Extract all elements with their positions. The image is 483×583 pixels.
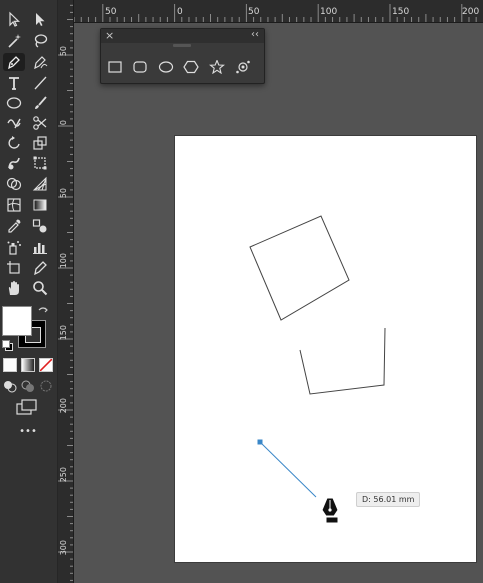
active-pen-path-segment[interactable] [259,441,317,498]
gradient-mode-button[interactable] [21,358,35,372]
draw-behind-icon[interactable] [21,378,35,392]
horizontal-ruler[interactable]: 50 0 50 100 150 200 [74,0,483,23]
default-fill-stroke-icon[interactable] [2,340,13,351]
hruler-label: 50 [105,7,117,17]
shaper-tool-icon[interactable] [3,114,25,132]
hruler-label: 0 [177,7,183,17]
ellipse-tool-icon[interactable] [3,94,25,112]
fill-swatch[interactable] [2,306,32,336]
rectangle-icon[interactable] [106,59,124,75]
selection-tool-icon[interactable] [3,10,25,28]
scale-tool-icon[interactable] [29,134,51,152]
rounded-rectangle-icon[interactable] [131,59,149,75]
blend-tool-icon[interactable] [29,217,51,235]
panel-header[interactable] [101,29,264,43]
ellipse-icon[interactable] [157,59,175,75]
shapes-tearoff-panel: × ‹‹ [100,28,265,84]
zoom-tool-icon[interactable] [29,279,51,297]
vruler-label: 0 [59,120,68,126]
vruler-label: 100 [59,253,68,269]
hand-tool-icon[interactable] [3,279,25,297]
swap-fill-stroke-icon[interactable] [37,303,49,315]
pen-cursor-icon [320,496,346,528]
hruler-label: 100 [320,7,338,17]
paintbrush-tool-icon[interactable] [29,94,51,112]
vruler-label: 150 [59,325,68,341]
slice-tool-icon[interactable] [29,259,51,277]
vruler-label: 250 [59,467,68,483]
symbol-sprayer-tool-icon[interactable] [3,238,25,256]
star-icon[interactable] [208,59,226,75]
vertical-ruler[interactable]: 50 0 50 100 150 200 250 300 [58,0,74,583]
line-segment-tool-icon[interactable] [29,74,51,92]
shape-builder-tool-icon[interactable] [3,175,25,193]
close-panel-button[interactable]: × [105,29,114,42]
distance-tooltip: D: 56.01 mm [356,492,421,507]
draw-inside-icon[interactable] [39,378,53,392]
panel-grip[interactable] [173,44,191,47]
anchor-point[interactable] [257,439,263,445]
curvature-tool-icon[interactable] [29,53,51,71]
more-tools-button[interactable]: ••• [18,426,38,438]
warp-tool-icon[interactable] [3,154,25,172]
flare-icon[interactable] [234,59,252,75]
none-mode-button[interactable] [39,358,53,372]
hruler-label: 50 [248,7,260,17]
rotated-square-shape[interactable] [249,215,350,321]
vruler-label: 200 [59,398,68,414]
color-mode-button[interactable] [3,358,17,372]
gradient-tool-icon[interactable] [29,196,51,214]
column-graph-tool-icon[interactable] [29,238,51,256]
eyedropper-tool-icon[interactable] [3,217,25,235]
open-bracket-path[interactable] [299,327,386,395]
vruler-label: 300 [59,540,68,556]
tools-panel: ••• [0,0,58,583]
perspective-grid-tool-icon[interactable] [29,175,51,193]
change-screen-mode-icon[interactable] [16,399,38,415]
magic-wand-tool-icon[interactable] [3,32,25,50]
rotate-tool-icon[interactable] [3,134,25,152]
direct-selection-tool-icon[interactable] [29,10,51,28]
mesh-tool-icon[interactable] [3,196,25,214]
polygon-icon[interactable] [182,59,200,75]
pen-tool-icon[interactable] [3,53,25,71]
hruler-label: 150 [392,7,410,17]
type-tool-icon[interactable] [3,74,25,92]
collapse-panel-button[interactable]: ‹‹ [251,29,259,40]
vruler-label: 50 [59,46,68,57]
artboard-tool-icon[interactable] [3,259,25,277]
lasso-tool-icon[interactable] [29,32,51,50]
scissors-tool-icon[interactable] [29,114,51,132]
draw-normal-icon[interactable] [3,378,17,393]
hruler-label: 200 [462,7,480,17]
vruler-label: 50 [59,188,68,199]
free-transform-tool-icon[interactable] [29,154,51,172]
